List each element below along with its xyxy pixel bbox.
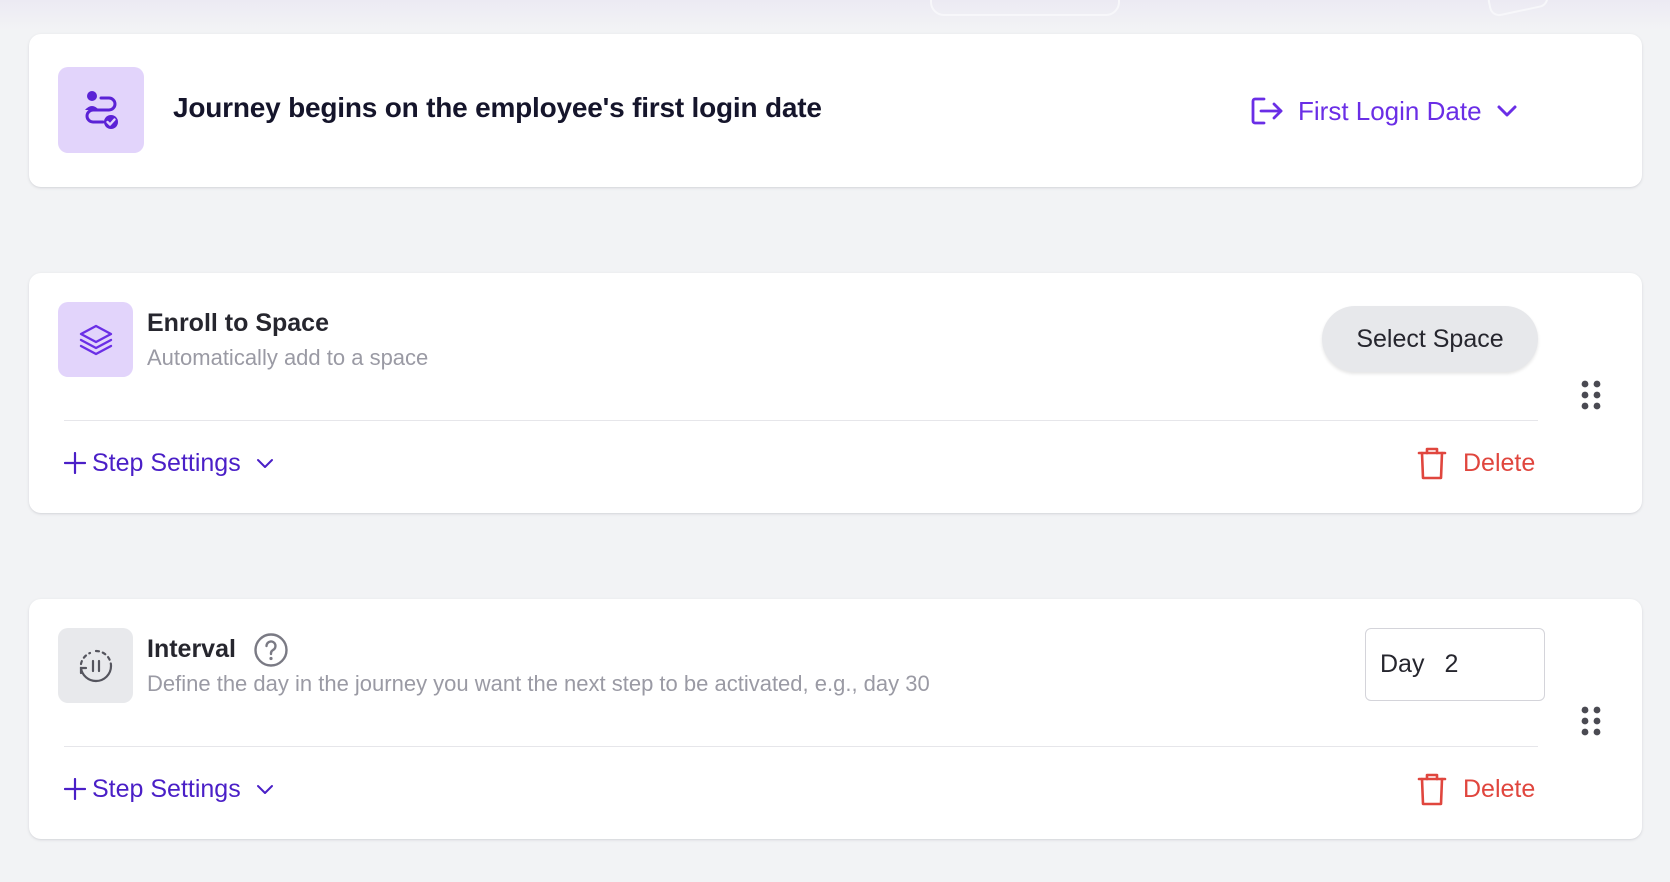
step-card-interval: Interval Define the day in the journey y… [29,599,1642,839]
step-description: Define the day in the journey you want t… [147,671,930,696]
delete-step-button[interactable]: Delete [1417,443,1535,483]
step-title: Interval [147,635,236,663]
day-input[interactable] [1444,650,1525,679]
step-title: Enroll to Space [147,309,329,337]
help-icon[interactable] [253,632,289,668]
chevron-down-icon [256,459,273,468]
delete-step-button[interactable]: Delete [1417,769,1535,809]
step-settings-label: Step Settings [92,774,241,803]
chevron-down-icon [1497,105,1517,117]
step-description: Automatically add to a space [147,345,429,370]
plus-icon [64,452,86,474]
plus-icon [64,778,86,800]
delete-label: Delete [1463,774,1536,803]
journey-route-icon [58,67,144,153]
day-field: Day [1365,628,1545,701]
drag-handle-icon[interactable] [1580,705,1602,737]
journey-trigger-text: Journey begins on the employee's first l… [173,92,822,123]
chevron-down-icon [256,785,273,794]
interval-pause-icon [58,628,133,703]
delete-label: Delete [1463,448,1536,477]
step-settings-label: Step Settings [92,448,241,477]
trigger-date-select[interactable]: First Login Date [1250,91,1518,131]
trigger-select-label: First Login Date [1298,95,1482,126]
step-settings-toggle[interactable]: Step Settings [64,771,277,807]
day-label: Day [1380,650,1425,678]
drag-handle-icon[interactable] [1580,379,1602,411]
select-space-button[interactable]: Select Space [1322,306,1538,372]
step-card-enroll: Enroll to Space Automatically add to a s… [29,273,1642,513]
trash-icon [1417,773,1447,806]
decoration-shape [1485,0,1551,18]
decoration-shape [930,0,1120,16]
trash-icon [1417,447,1447,480]
journey-trigger-card: Journey begins on the employee's first l… [29,34,1642,187]
divider [64,420,1538,421]
step-settings-toggle[interactable]: Step Settings [64,445,277,481]
divider [64,746,1538,747]
top-decoration [0,0,1670,30]
logout-icon [1251,97,1283,125]
layers-icon [58,302,133,377]
